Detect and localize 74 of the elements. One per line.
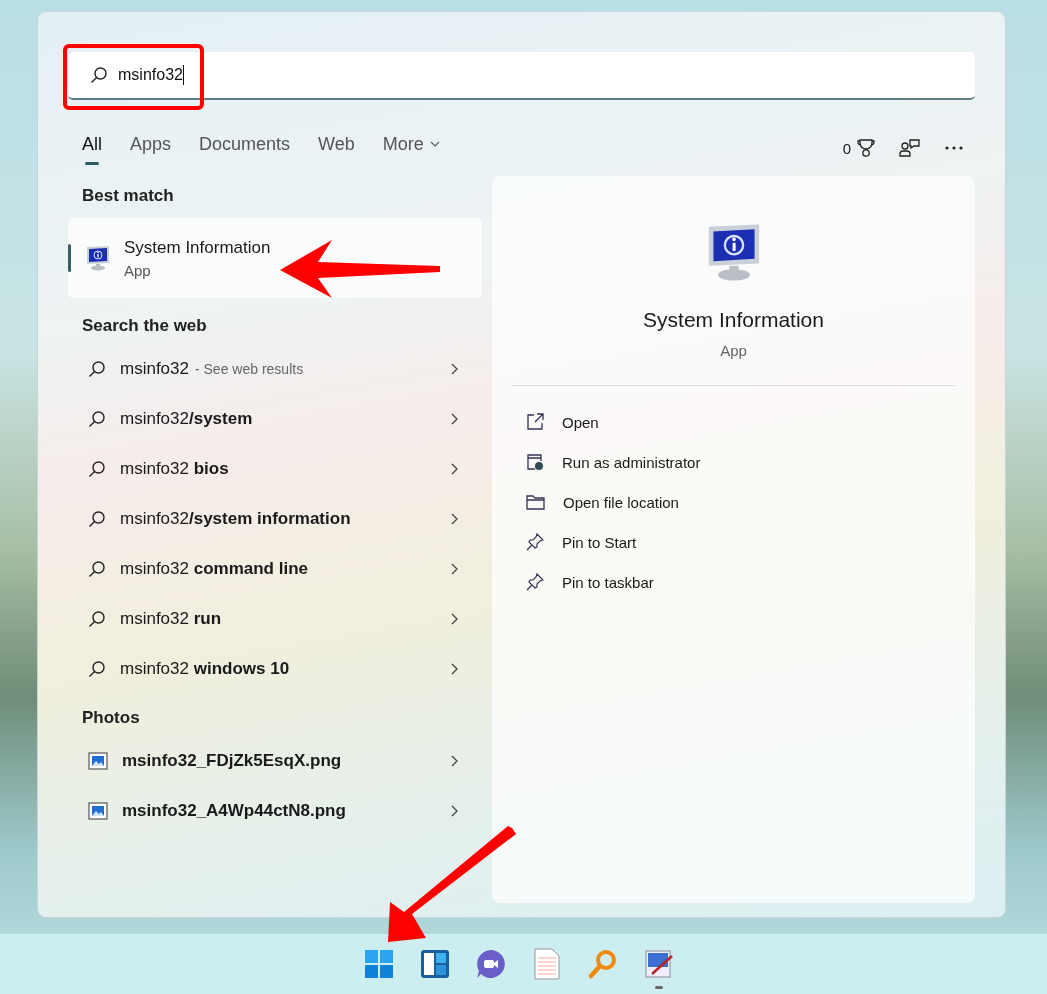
action-item[interactable]: Pin to Start	[492, 522, 975, 562]
preview-title: System Information	[643, 308, 824, 332]
filter-tab[interactable]: Documents	[189, 129, 301, 167]
action-item[interactable]: Pin to taskbar	[492, 562, 975, 602]
filter-tab[interactable]: Apps	[120, 129, 182, 167]
section-heading: Search the web	[82, 316, 208, 337]
photo-result-item[interactable]: msinfo32_FDjZk5EsqX.png	[68, 736, 482, 786]
windows-start-icon[interactable]	[363, 949, 394, 979]
search-icon	[88, 460, 106, 478]
image-file-icon	[88, 802, 108, 820]
result-type: App	[124, 261, 152, 279]
external-link-icon	[526, 413, 544, 431]
monitor-info-icon	[84, 244, 112, 272]
best-match-item[interactable]: System Information App	[68, 218, 482, 298]
web-results-hint: - See web results	[195, 361, 304, 377]
chevron-right-icon	[451, 513, 458, 525]
web-query: msinfo32 bios	[120, 459, 229, 479]
web-result-item[interactable]: msinfo32/system information	[68, 494, 482, 544]
web-query: msinfo32/system information	[120, 509, 351, 529]
shield-window-icon	[526, 453, 544, 471]
web-result-item[interactable]: msinfo32 command line	[68, 544, 482, 594]
widgets-icon[interactable]	[419, 949, 450, 979]
action-item[interactable]: Run as administrator	[492, 442, 975, 482]
web-result-item[interactable]: msinfo32 - See web results	[68, 344, 482, 394]
section-heading: Best match	[82, 186, 175, 207]
photo-file-name: msinfo32_A4Wp44ctN8.png	[122, 801, 346, 821]
filter-tab[interactable]: Web	[308, 129, 365, 167]
image-file-icon	[88, 752, 108, 770]
chevron-right-icon	[451, 563, 458, 575]
action-item[interactable]: Open file location	[492, 482, 975, 522]
trophy-icon[interactable]	[857, 138, 875, 158]
video-chat-icon[interactable]	[475, 949, 506, 979]
search-icon	[88, 660, 106, 678]
web-result-item[interactable]: msinfo32 bios	[68, 444, 482, 494]
action-item[interactable]: Open	[492, 402, 975, 442]
web-query: msinfo32 run	[120, 609, 222, 629]
web-result-item[interactable]: msinfo32 run	[68, 594, 482, 644]
photo-file-name: msinfo32_FDjZk5EsqX.png	[122, 751, 342, 771]
filter-tab[interactable]: All	[72, 129, 112, 167]
filter-tab[interactable]: More	[372, 129, 450, 167]
chevron-down-icon	[429, 141, 440, 147]
people-chat-icon[interactable]	[899, 138, 921, 158]
running-indicator	[654, 986, 663, 989]
web-query: msinfo32 command line	[120, 559, 308, 579]
more-icon[interactable]	[945, 146, 963, 150]
web-result-item[interactable]: msinfo32 windows 10	[68, 644, 482, 694]
photo-result-item[interactable]: msinfo32_A4Wp44ctN8.png	[68, 786, 482, 836]
chevron-right-icon	[451, 363, 458, 375]
chevron-right-icon	[451, 663, 458, 675]
chevron-right-icon	[451, 805, 458, 817]
points-count: 0	[842, 139, 851, 157]
search-icon	[88, 410, 106, 428]
search-icon	[88, 560, 106, 578]
search-icon	[88, 360, 106, 378]
chevron-right-icon	[451, 413, 458, 425]
chevron-right-icon	[451, 463, 458, 475]
chevron-right-icon	[451, 755, 458, 767]
web-result-item[interactable]: msinfo32/system	[68, 394, 482, 444]
preview-type: App	[720, 342, 747, 359]
search-icon	[88, 510, 106, 528]
section-heading: Photos	[82, 708, 141, 729]
pin-icon	[526, 573, 544, 591]
paint-app-icon[interactable]	[643, 949, 674, 979]
search-field[interactable]: msinfo32	[68, 52, 975, 100]
web-query: msinfo32/system	[120, 409, 253, 429]
search-query: msinfo32	[118, 66, 183, 84]
chevron-right-icon	[451, 613, 458, 625]
search-icon	[88, 610, 106, 628]
result-title: System Information	[124, 237, 271, 258]
web-query: msinfo32 windows 10	[120, 659, 290, 679]
search-icon	[90, 66, 108, 84]
web-query: msinfo32	[120, 359, 189, 379]
folder-icon	[526, 494, 545, 510]
pin-icon	[526, 533, 544, 551]
